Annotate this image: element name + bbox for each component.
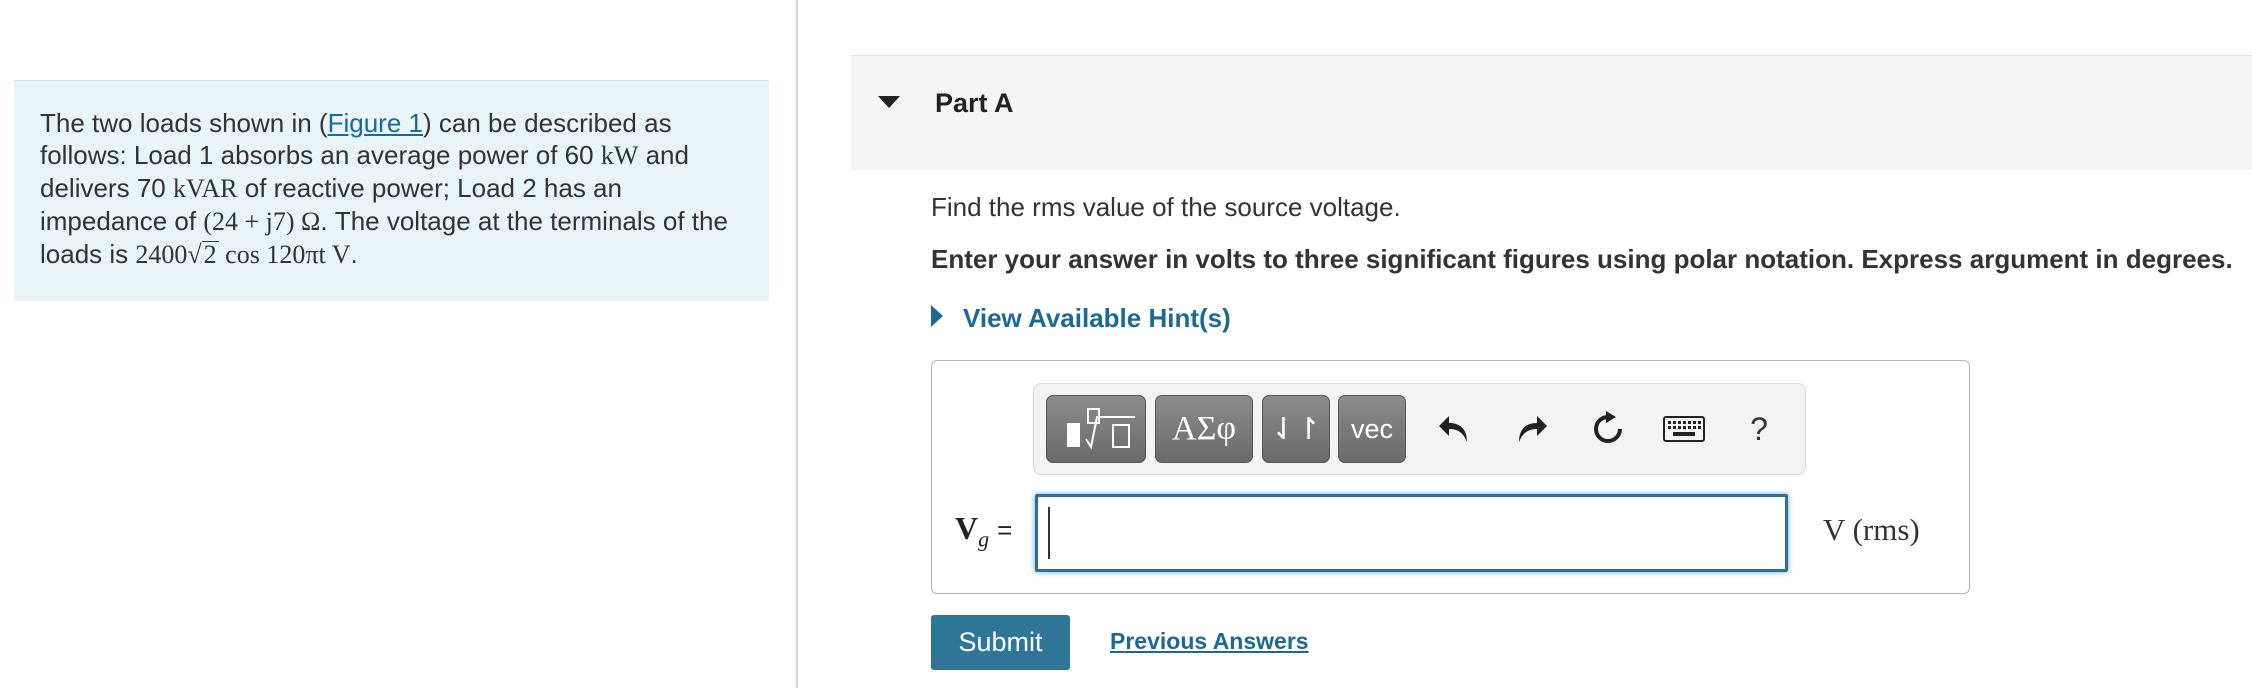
variable-subscript: g xyxy=(978,526,990,552)
view-hints-link[interactable]: View Available Hint(s) xyxy=(963,303,1231,334)
voltage-radicand: 2 xyxy=(201,240,219,269)
help-button[interactable]: ? xyxy=(1744,402,1774,456)
voltage-expression: 2400√2 cos 120πt V xyxy=(135,240,350,269)
reset-icon[interactable] xyxy=(1588,402,1628,456)
arrows-button[interactable]: ⇃↾ xyxy=(1262,395,1330,463)
submit-button[interactable]: Submit xyxy=(931,615,1070,670)
instruction-text: Enter your answer in volts to three sign… xyxy=(931,244,2233,274)
vec-button[interactable]: vec xyxy=(1338,395,1406,463)
variable-label: Vg = xyxy=(955,510,1012,552)
hint-caret-icon[interactable] xyxy=(931,305,943,327)
unit-kvar: kVAR xyxy=(172,174,238,203)
text-cursor xyxy=(1048,507,1050,559)
column-divider xyxy=(796,0,798,688)
part-title[interactable]: Part A xyxy=(935,88,1014,119)
undo-icon[interactable] xyxy=(1434,402,1474,456)
keyboard-icon[interactable] xyxy=(1662,402,1706,456)
voltage-suffix: cos 120πt V xyxy=(218,240,351,269)
previous-answers-link[interactable]: Previous Answers xyxy=(1110,628,1309,655)
impedance-expression: (24 + j7) Ω xyxy=(203,207,321,236)
sqrt-symbol: √2 xyxy=(187,240,219,269)
question-text: Find the rms value of the source voltage… xyxy=(931,192,1401,222)
redo-icon[interactable] xyxy=(1512,402,1552,456)
problem-text: The two loads shown in ( xyxy=(40,108,328,138)
voltage-prefix: 2400 xyxy=(135,240,188,269)
collapse-caret-icon[interactable] xyxy=(878,96,900,108)
fraction-sqrt-templates-icon xyxy=(1067,408,1135,450)
templates-button[interactable] xyxy=(1046,395,1146,463)
part-header[interactable] xyxy=(851,55,2252,170)
unit-label: V (rms) xyxy=(1823,512,1920,547)
problem-text: . xyxy=(350,239,358,269)
problem-statement: The two loads shown in (Figure 1) can be… xyxy=(14,80,769,301)
figure-link[interactable]: Figure 1 xyxy=(328,108,423,138)
answer-input[interactable] xyxy=(1035,494,1788,572)
variable-main: V xyxy=(955,510,979,546)
equals-sign: = xyxy=(997,515,1013,545)
greek-symbols-button[interactable]: ΑΣφ xyxy=(1155,395,1253,463)
unit-kw: kW xyxy=(600,141,639,170)
